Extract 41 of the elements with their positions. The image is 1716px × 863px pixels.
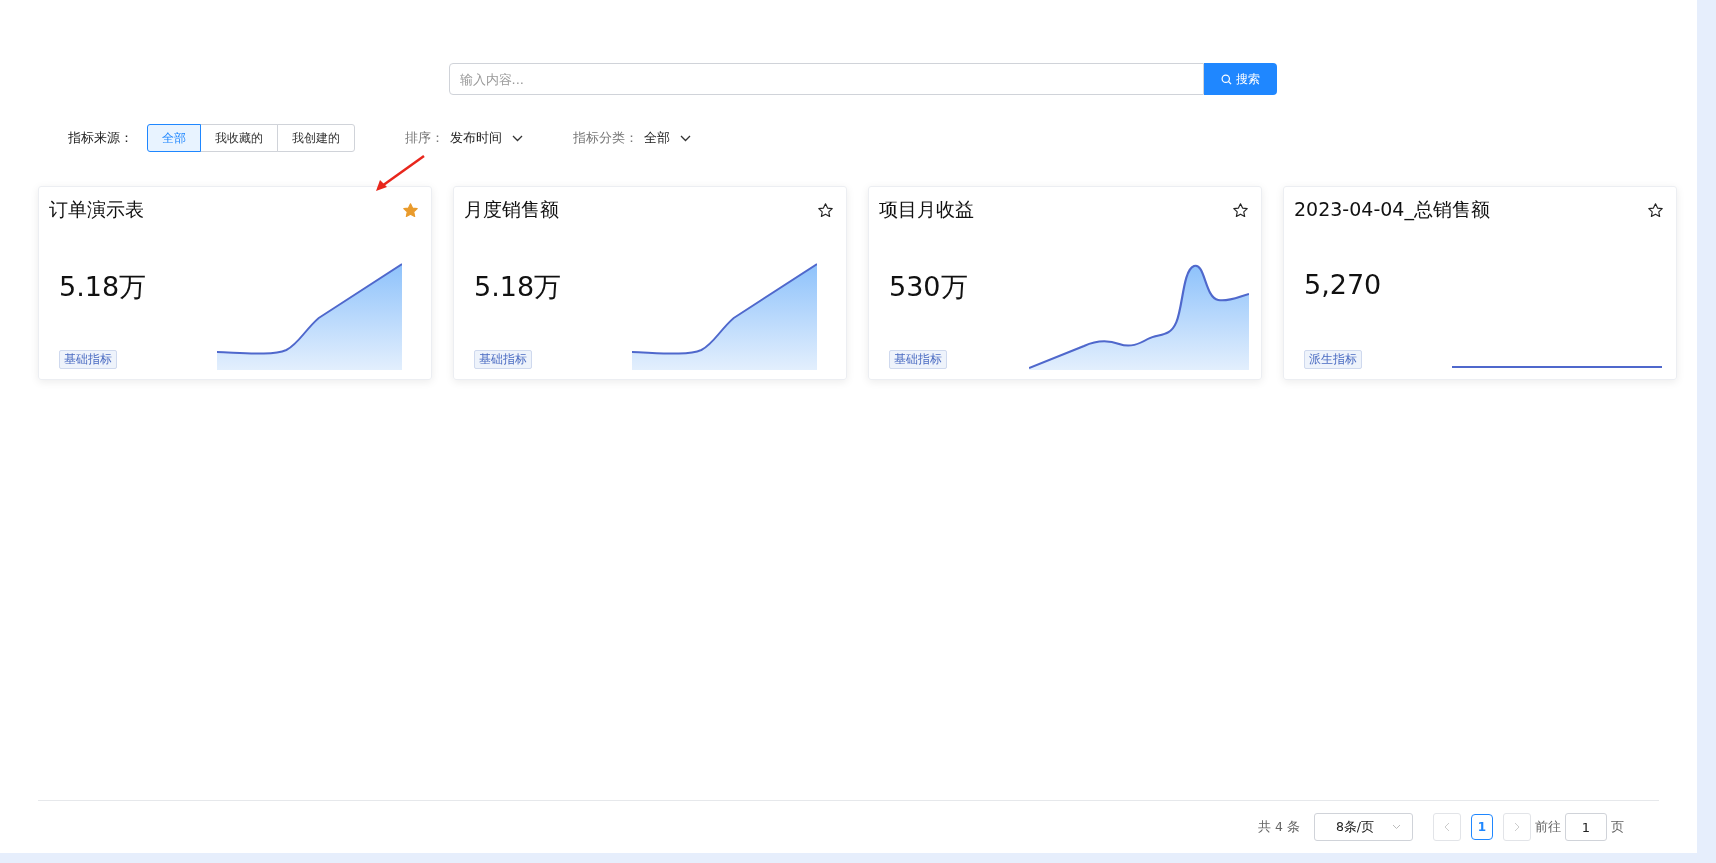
- metric-value: 5.18万: [474, 270, 562, 304]
- metric-type-tag: 派生指标: [1304, 350, 1362, 369]
- star-icon[interactable]: [1232, 201, 1249, 219]
- page-suffix: 页: [1611, 818, 1624, 836]
- search-field[interactable]: 输入内容...: [448, 63, 1204, 95]
- page-number[interactable]: 1: [1471, 814, 1493, 840]
- page-size-select[interactable]: 8条/页: [1314, 813, 1413, 841]
- chevron-right-icon: [1514, 822, 1520, 832]
- chevron-left-icon: [1444, 822, 1450, 832]
- metric-card[interactable]: 月度销售额 5.18万 基础指标: [453, 186, 847, 380]
- category-label: 指标分类：: [573, 129, 638, 147]
- source-option[interactable]: 我创建的: [277, 124, 355, 152]
- metric-value: 5,270: [1304, 269, 1382, 300]
- total-count: 共 4 条: [1258, 818, 1300, 836]
- star-icon[interactable]: [1647, 201, 1664, 219]
- metric-card[interactable]: 项目月收益 530万 基础指标: [868, 186, 1262, 380]
- metric-type-tag: 基础指标: [889, 350, 947, 369]
- chevron-down-icon: [680, 134, 691, 142]
- search-button[interactable]: 搜索: [1203, 63, 1277, 95]
- category-dropdown[interactable]: 全部: [644, 129, 691, 147]
- metric-value: 5.18万: [59, 270, 147, 304]
- metric-type-tag: 基础指标: [59, 350, 117, 369]
- star-icon[interactable]: [402, 201, 419, 219]
- goto-label: 前往: [1535, 818, 1561, 836]
- card-title: 月度销售额: [464, 197, 559, 222]
- metric-value: 530万: [889, 270, 968, 304]
- star-icon[interactable]: [817, 201, 834, 219]
- metric-card[interactable]: 订单演示表 5.18万 基础指标: [38, 186, 432, 380]
- goto-page-field[interactable]: 1: [1565, 813, 1607, 841]
- sort-dropdown[interactable]: 发布时间: [450, 129, 523, 147]
- chevron-down-icon: [1392, 824, 1402, 830]
- sort-label: 排序：: [405, 129, 444, 147]
- card-title: 订单演示表: [49, 197, 144, 222]
- chevron-down-icon: [512, 134, 523, 142]
- card-title: 2023-04-04_总销售额: [1294, 197, 1490, 223]
- filter-label: 指标来源：: [68, 129, 133, 147]
- metric-card[interactable]: 2023-04-04_总销售额 5,270 派生指标: [1283, 186, 1677, 380]
- search-icon: [1220, 73, 1232, 85]
- card-title: 项目月收益: [879, 197, 974, 222]
- source-option[interactable]: 我收藏的: [200, 124, 278, 152]
- metric-type-tag: 基础指标: [474, 350, 532, 369]
